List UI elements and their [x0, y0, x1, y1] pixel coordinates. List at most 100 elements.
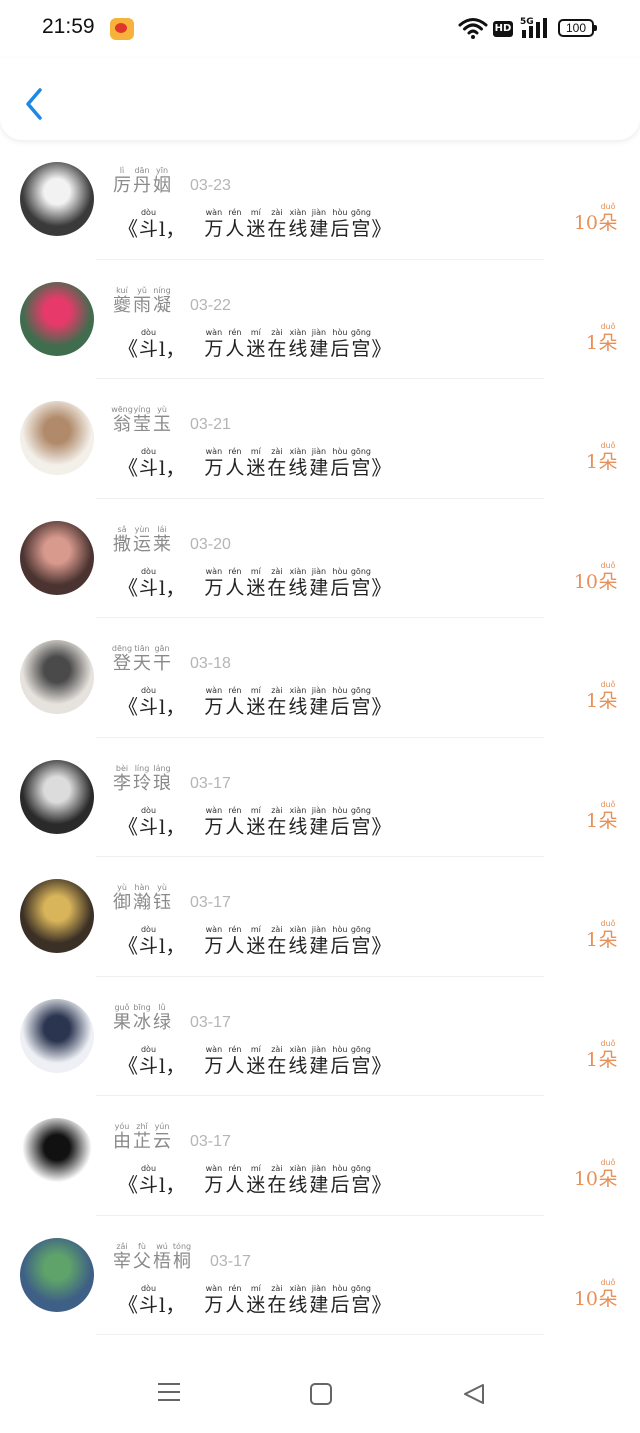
- ruby-char: duǒ 朵: [598, 919, 618, 952]
- avatar[interactable]: [20, 281, 94, 356]
- ruby-char: yù 御: [112, 883, 132, 914]
- pinyin: gōng: [350, 327, 371, 337]
- avatar[interactable]: [20, 998, 94, 1073]
- pinyin: líng: [134, 763, 150, 773]
- pinyin: jiàn: [311, 208, 327, 217]
- hanzi: 朵: [598, 451, 618, 473]
- sender-name[interactable]: wēng 翁 yíng 莹 yù 玉: [111, 405, 172, 436]
- ruby-char: gōng 宫: [350, 686, 371, 719]
- gift-record-row[interactable]: sǎ 撒 yùn 运 lái 莱 03-20 《 dòu 斗 l， wàn 万 rén 人 mí 迷 zài 在 xi…: [0, 499, 640, 619]
- pinyin: xiàn: [289, 1164, 307, 1173]
- avatar[interactable]: [20, 759, 94, 834]
- book-title[interactable]: 《 dòu 斗 l， wàn 万 rén 人 mí 迷 zài 在 xiàn 线 jiàn 建 hòu 后 gōng…: [118, 806, 391, 839]
- avatar[interactable]: [20, 162, 94, 236]
- record-date: 03-21: [190, 416, 231, 433]
- hanzi: 朵: [598, 809, 618, 832]
- ruby-char: zài 在: [266, 1045, 287, 1078]
- book-title[interactable]: 《 dòu 斗 l， wàn 万 rén 人 mí 迷 zài 在 xiàn 线 jiàn 建 hòu 后 gōng…: [118, 1164, 391, 1197]
- book-title[interactable]: 《 dòu 斗 l， wàn 万 rén 人 mí 迷 zài 在 xiàn 线 jiàn 建 hòu 后 gōng…: [118, 567, 391, 600]
- title-punct: 》: [371, 695, 392, 719]
- hanzi: 朵: [598, 331, 618, 354]
- book-title[interactable]: 《 dòu 斗 l， wàn 万 rén 人 mí 迷 zài 在 xiàn 线 jiàn 建 hòu 后 gōng…: [118, 328, 391, 361]
- hanzi: 桐: [173, 1250, 191, 1272]
- ruby-char: yǔ 雨: [132, 286, 152, 317]
- record-date: 03-18: [190, 655, 231, 672]
- hanzi: 建: [309, 218, 329, 240]
- book-title[interactable]: 《 dòu 斗 l， wàn 万 rén 人 mí 迷 zài 在 xiàn 线 jiàn 建 hòu 后 gōng…: [118, 686, 391, 719]
- sender-name[interactable]: dēng 登 tiān 天 gān 干: [112, 644, 172, 675]
- back-nav-icon[interactable]: [462, 1382, 486, 1406]
- sender-name[interactable]: zǎi 宰 fù 父 wú 梧 tóng 桐: [112, 1242, 192, 1273]
- sender-name[interactable]: yóu 由 zhǐ 芷 yún 云: [112, 1122, 172, 1153]
- pinyin: rén: [228, 1283, 242, 1293]
- hanzi: 建: [309, 815, 329, 838]
- pinyin: wàn: [205, 1283, 223, 1293]
- ruby-char: jiàn 建: [308, 1284, 329, 1317]
- ruby-char: jiàn 建: [308, 208, 329, 241]
- back-arrow-icon[interactable]: [20, 84, 50, 124]
- book-title[interactable]: 《 dòu 斗 l， wàn 万 rén 人 mí 迷 zài 在 xiàn 线 jiàn 建 hòu 后 gōng…: [118, 208, 391, 241]
- avatar[interactable]: [20, 401, 94, 475]
- pinyin: rén: [228, 447, 242, 456]
- hanzi: 建: [309, 1174, 329, 1196]
- ruby-char: hòu 后: [329, 1284, 350, 1317]
- gift-record-row[interactable]: yù 御 hàn 瀚 yù 钰 03-17 《 dòu 斗 l， wàn 万 rén 人 mí 迷 zài 在 xià…: [0, 857, 640, 977]
- pinyin: wàn: [205, 447, 223, 456]
- book-title[interactable]: 《 dòu 斗 l， wàn 万 rén 人 mí 迷 zài 在 xiàn 线 jiàn 建 hòu 后 gōng…: [118, 1045, 391, 1078]
- avatar[interactable]: [20, 879, 94, 953]
- pinyin: hòu: [332, 686, 348, 695]
- gift-record-row[interactable]: guǒ 果 bīng 冰 lǜ 绿 03-17 《 dòu 斗 l， wàn 万 rén 人 mí 迷 zài 在 x…: [0, 977, 640, 1097]
- pinyin: duǒ: [600, 919, 616, 928]
- gift-record-row[interactable]: bèi 李 líng 玲 láng 琅 03-17 《 dòu 斗 l， wàn 万 rén 人 mí 迷 zài…: [0, 738, 640, 858]
- pinyin: zhǐ: [136, 1122, 148, 1131]
- avatar[interactable]: [20, 1237, 94, 1312]
- ruby-char: bèi 李: [112, 764, 132, 795]
- pinyin: zài: [271, 1044, 283, 1054]
- ruby-char: hòu 后: [329, 567, 350, 600]
- gift-record-row[interactable]: lì 厉 dān 丹 yīn 姻 03-23 《 dòu 斗 l， wàn 万 rén 人 mí 迷 zài 在 xi…: [0, 140, 640, 260]
- pinyin: wàn: [205, 686, 223, 695]
- ruby-char: dòu 斗: [138, 1045, 159, 1078]
- pinyin: rén: [228, 925, 242, 934]
- sender-name[interactable]: bèi 李 líng 玲 láng 琅: [112, 764, 172, 795]
- record-date: 03-17: [190, 774, 231, 792]
- menu-nav-icon[interactable]: [157, 1381, 181, 1403]
- avatar[interactable]: [20, 520, 94, 595]
- ruby-char: gōng 宫: [350, 925, 371, 958]
- sender-name[interactable]: guǒ 果 bīng 冰 lǜ 绿: [112, 1003, 172, 1034]
- avatar[interactable]: [20, 640, 94, 714]
- hanzi: 在: [267, 935, 287, 957]
- ruby-char: tiān 天: [132, 644, 152, 675]
- sender-name[interactable]: yù 御 hàn 瀚 yù 钰: [112, 883, 172, 914]
- gift-record-row[interactable]: yóu 由 zhǐ 芷 yún 云 03-17 《 dòu 斗 l， wàn 万 rén 人 mí 迷 zài 在 x…: [0, 1096, 640, 1216]
- hanzi: 琅: [153, 772, 171, 794]
- ruby-char: duǒ 朵: [598, 561, 618, 594]
- book-title[interactable]: 《 dòu 斗 l， wàn 万 rén 人 mí 迷 zài 在 xiàn 线 jiàn 建 hòu 后 gōng…: [118, 1284, 391, 1317]
- ruby-char: dòu 斗: [138, 806, 159, 839]
- gift-record-row[interactable]: zǎi 宰 fù 父 wú 梧 tóng 桐 03-17 《 dòu 斗 l， wàn 万 rén 人 mí 迷 zà…: [0, 1216, 640, 1336]
- hanzi: 斗: [138, 576, 158, 599]
- gift-record-row[interactable]: dēng 登 tiān 天 gān 干 03-18 《 dòu 斗 l， wàn 万 rén 人 mí 迷 zài…: [0, 618, 640, 738]
- system-nav-bar: [0, 1355, 640, 1433]
- home-nav-icon[interactable]: [309, 1382, 333, 1406]
- sender-name[interactable]: sǎ 撒 yùn 运 lái 莱: [112, 525, 172, 556]
- book-title[interactable]: 《 dòu 斗 l， wàn 万 rén 人 mí 迷 zài 在 xiàn 线 jiàn 建 hòu 后 gōng…: [118, 447, 391, 480]
- avatar[interactable]: [20, 1118, 94, 1192]
- ruby-char: mí 迷: [245, 1045, 266, 1078]
- sender-name[interactable]: lì 厉 dān 丹 yīn 姻: [112, 166, 172, 197]
- gift-record-row[interactable]: wēng 翁 yíng 莹 yù 玉 03-21 《 dòu 斗 l， wàn 万 rén 人 mí 迷 zài 在…: [0, 379, 640, 499]
- pinyin: xiàn: [289, 1044, 307, 1054]
- ruby-char: wàn 万: [203, 1164, 224, 1197]
- sender-name[interactable]: kuí 夔 yǔ 雨 níng 凝: [112, 286, 172, 317]
- pinyin: duǒ: [600, 1158, 616, 1167]
- hanzi: 登: [113, 653, 131, 674]
- book-title[interactable]: 《 dòu 斗 l， wàn 万 rén 人 mí 迷 zài 在 xiàn 线 jiàn 建 hòu 后 gōng…: [118, 925, 391, 958]
- hanzi: 线: [288, 337, 308, 360]
- pinyin: láng: [153, 763, 171, 773]
- count-number: 1: [585, 1048, 598, 1071]
- gift-record-row[interactable]: kuí 夔 yǔ 雨 níng 凝 03-22 《 dòu 斗 l， wàn 万 rén 人 mí 迷 zài 在 x…: [0, 260, 640, 380]
- pinyin: yù: [157, 883, 167, 892]
- pinyin: xiàn: [289, 925, 307, 934]
- ruby-char: rén 人: [224, 1284, 245, 1317]
- pinyin: xiàn: [289, 208, 307, 217]
